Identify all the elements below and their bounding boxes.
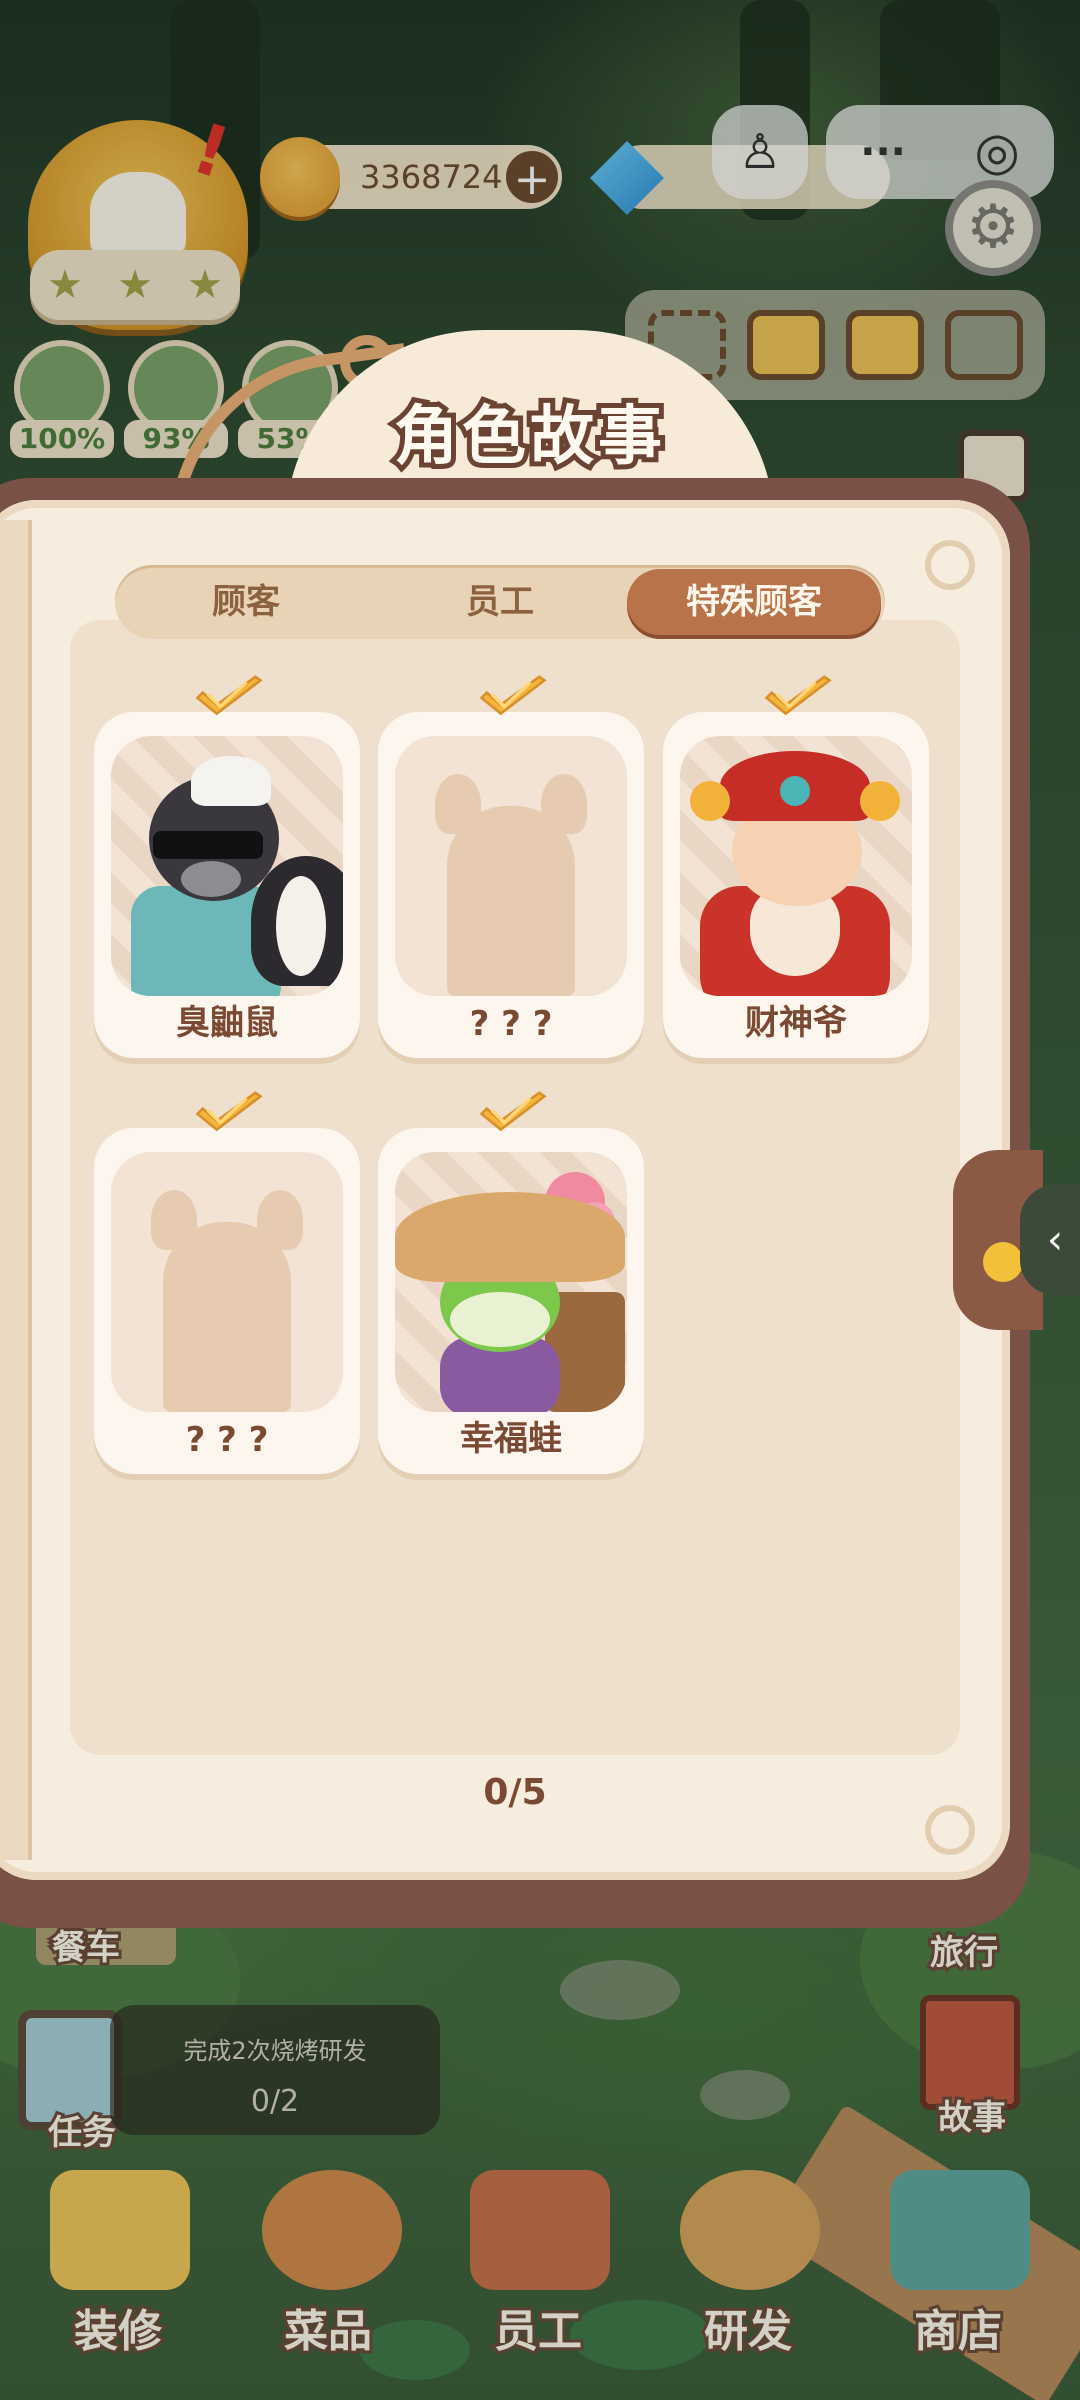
locked-silhouette xyxy=(395,736,627,996)
checkmark-ribbon-icon xyxy=(764,675,832,716)
book-spine xyxy=(0,520,32,1860)
collection-progress: 0/5 xyxy=(483,1772,547,1813)
character-name: ? ? ? xyxy=(469,1004,553,1044)
character-card-god-of-wealth[interactable]: 财神爷 xyxy=(663,675,929,1058)
tab-staff[interactable]: 员工 xyxy=(373,569,627,635)
character-card-locked[interactable]: ? ? ? xyxy=(378,675,644,1058)
checkmark-ribbon-icon xyxy=(479,1091,547,1132)
character-card-skunk[interactable]: 臭鼬鼠 xyxy=(94,675,360,1058)
character-card-happy-frog[interactable]: 幸福蛙 xyxy=(378,1091,644,1474)
skunk-portrait xyxy=(111,736,343,996)
character-name: 幸福蛙 xyxy=(460,1419,562,1459)
character-card-locked[interactable]: ? ? ? xyxy=(94,1091,360,1474)
checkmark-ribbon-icon xyxy=(195,1091,263,1132)
god-of-wealth-portrait xyxy=(680,736,912,996)
modal-title: 角色故事 xyxy=(389,395,667,479)
category-tabs: 顾客 员工 特殊顾客 xyxy=(115,565,885,639)
checkmark-ribbon-icon xyxy=(479,675,547,716)
character-name: ? ? ? xyxy=(185,1420,269,1460)
bookmark-dot-icon xyxy=(983,1242,1023,1282)
checkmark-ribbon-icon xyxy=(195,675,263,716)
happy-frog-portrait xyxy=(395,1152,627,1412)
character-name: 财神爷 xyxy=(745,1003,847,1043)
locked-silhouette xyxy=(111,1152,343,1412)
tab-customers[interactable]: 顾客 xyxy=(119,569,373,635)
corner-ornament xyxy=(925,540,975,590)
tab-special-customers[interactable]: 特殊顾客 xyxy=(627,569,881,635)
expand-arrow-button[interactable]: ‹ xyxy=(1020,1185,1080,1295)
character-name: 臭鼬鼠 xyxy=(176,1003,278,1043)
